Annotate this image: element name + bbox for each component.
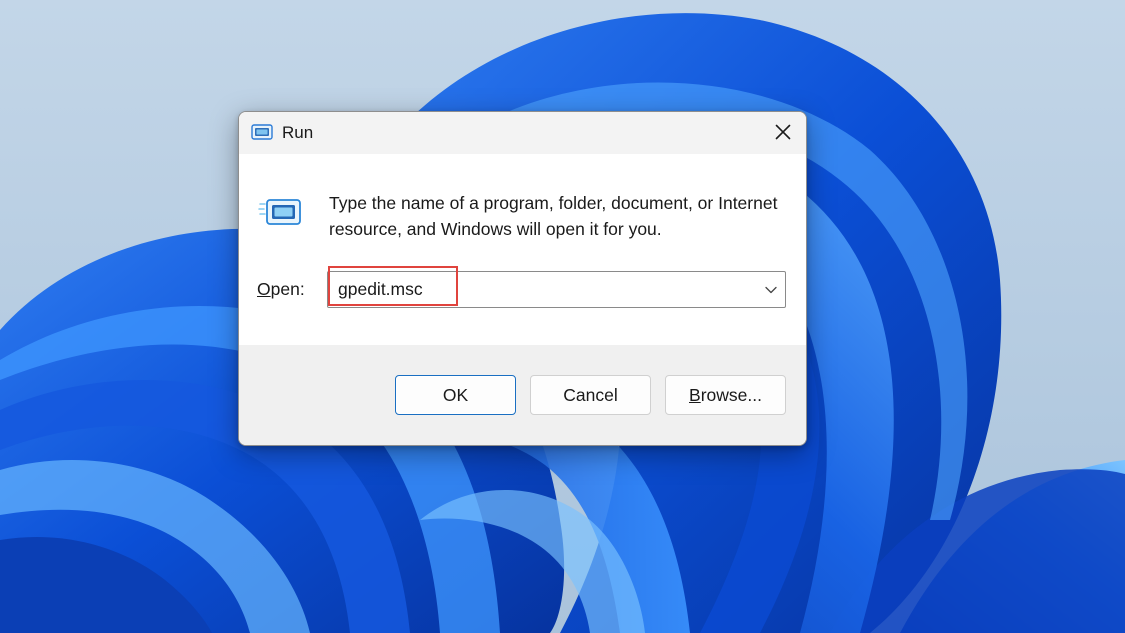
ok-button[interactable]: OK <box>395 375 516 415</box>
browse-button[interactable]: Browse... <box>665 375 786 415</box>
button-bar: OK Cancel Browse... <box>239 345 806 445</box>
open-label-rest: pen: <box>270 279 305 299</box>
cancel-button[interactable]: Cancel <box>530 375 651 415</box>
open-combobox[interactable] <box>327 271 786 308</box>
run-icon <box>251 124 273 140</box>
open-label-mnemonic: O <box>257 279 271 299</box>
open-dropdown-button[interactable] <box>757 272 785 307</box>
browse-mnemonic: B <box>689 384 701 405</box>
title-bar[interactable]: Run <box>239 112 806 154</box>
dialog-content: Type the name of a program, folder, docu… <box>239 154 806 345</box>
open-label: Open: <box>257 279 305 300</box>
description-text: Type the name of a program, folder, docu… <box>329 193 778 239</box>
close-button[interactable] <box>760 112 806 152</box>
run-dialog: Run Type the name of a program, folder, … <box>238 111 807 446</box>
run-icon <box>258 199 301 225</box>
close-icon <box>775 124 791 140</box>
browse-label-rest: rowse... <box>700 384 762 405</box>
window-title: Run <box>282 123 314 142</box>
chevron-down-icon <box>765 286 777 293</box>
open-input[interactable] <box>338 276 738 302</box>
